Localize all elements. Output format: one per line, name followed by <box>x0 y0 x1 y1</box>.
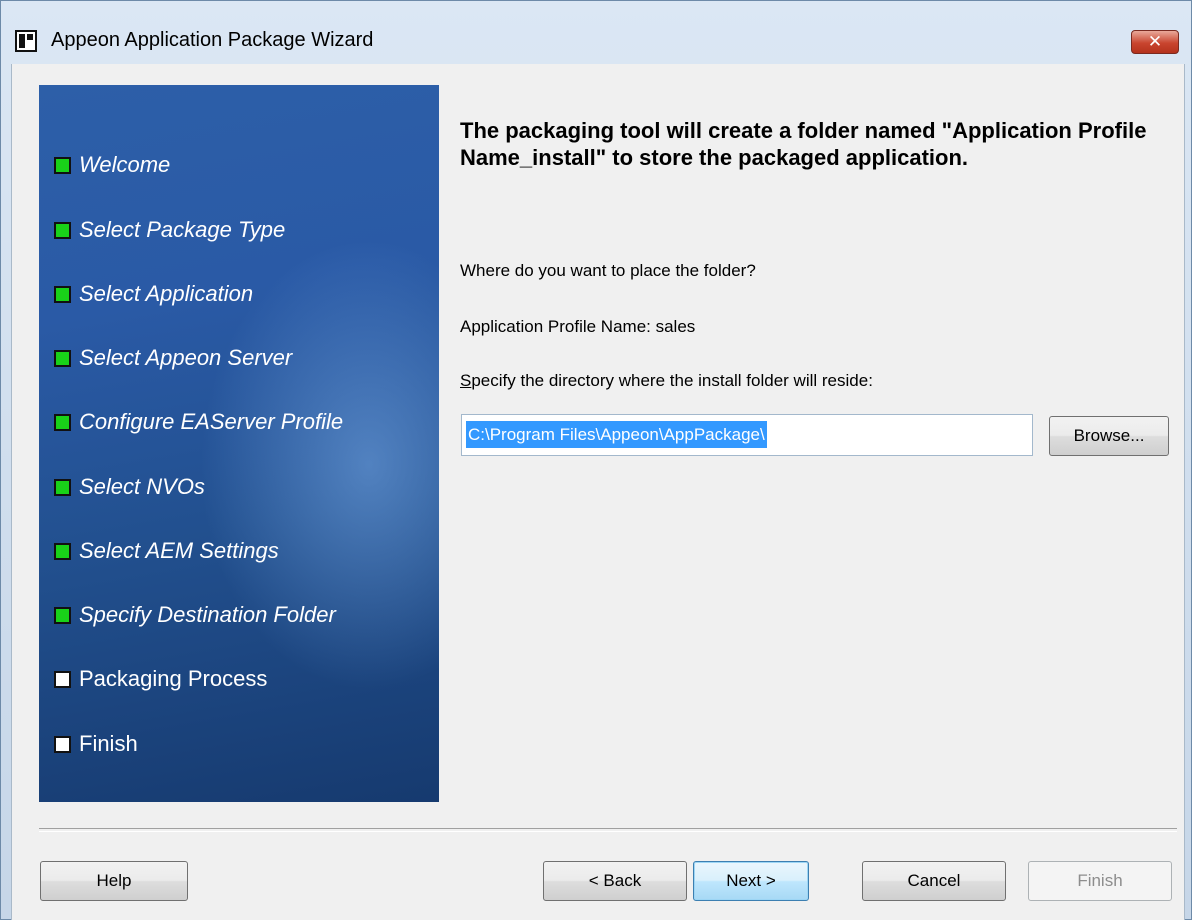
footer-separator <box>39 828 1177 832</box>
close-icon: ✕ <box>1147 32 1163 52</box>
step-label: Select Application <box>79 281 254 306</box>
step-status-icon <box>54 285 71 303</box>
step-packaging-process: Packaging Process <box>54 664 267 694</box>
step-label: Welcome <box>79 152 171 177</box>
step-status-icon <box>54 735 71 753</box>
finish-button-label: Finish <box>1077 871 1123 890</box>
step-status-icon <box>54 542 71 560</box>
step-status-icon <box>54 156 71 174</box>
back-button[interactable]: < Back <box>543 861 687 901</box>
cancel-button[interactable]: Cancel <box>862 861 1006 901</box>
profile-name-label: Application Profile Name: sales <box>460 317 696 336</box>
step-status-icon <box>54 413 71 431</box>
wizard-body: Welcome Select Package Type Select Appli… <box>11 64 1185 920</box>
step-select-application: Select Application <box>54 279 253 309</box>
next-button-label: Next > <box>726 871 776 890</box>
directory-input-value: C:\Program Files\Appeon\AppPackage\ <box>466 421 767 448</box>
back-button-label: < Back <box>588 871 642 890</box>
page-heading: The packaging tool will create a folder … <box>460 118 1147 170</box>
mnemonic-char: S <box>460 371 472 390</box>
step-status-icon <box>54 478 71 496</box>
step-status-icon <box>54 349 71 367</box>
browse-button[interactable]: Browse... <box>1049 416 1169 456</box>
directory-prompt-text: pecify the directory where the install f… <box>471 371 873 390</box>
next-button[interactable]: Next > <box>693 861 809 901</box>
step-configure-easerver-profile: Configure EAServer Profile <box>54 407 343 437</box>
directory-input[interactable]: C:\Program Files\Appeon\AppPackage\ <box>461 414 1033 456</box>
window-title: Appeon Application Package Wizard <box>51 29 374 51</box>
steps-sidebar: Welcome Select Package Type Select Appli… <box>39 85 439 802</box>
directory-prompt: Specify the directory where the install … <box>460 371 873 391</box>
step-label: Finish <box>79 731 138 756</box>
step-select-appeon-server: Select Appeon Server <box>54 343 292 373</box>
finish-button[interactable]: Finish <box>1028 861 1172 901</box>
help-button-label: Help <box>96 871 132 890</box>
step-status-icon <box>54 606 71 624</box>
step-select-aem-settings: Select AEM Settings <box>54 536 279 566</box>
help-button[interactable]: Help <box>40 861 188 901</box>
step-label: Select Package Type <box>79 217 286 242</box>
close-button[interactable]: ✕ <box>1131 30 1179 54</box>
app-icon <box>15 30 37 52</box>
title-bar: Appeon Application Package Wizard ✕ <box>1 1 1191 61</box>
step-finish: Finish <box>54 729 138 759</box>
step-label: Select Appeon Server <box>79 345 293 370</box>
step-label: Select NVOs <box>79 474 205 499</box>
step-label: Packaging Process <box>79 666 268 691</box>
wizard-window: Appeon Application Package Wizard ✕ Welc… <box>0 0 1192 920</box>
step-status-icon <box>54 221 71 239</box>
step-select-package-type: Select Package Type <box>54 215 285 245</box>
step-label: Select AEM Settings <box>79 538 279 563</box>
step-label: Specify Destination Folder <box>79 602 336 627</box>
step-status-icon <box>54 670 71 688</box>
step-welcome: Welcome <box>54 150 170 180</box>
step-specify-destination-folder: Specify Destination Folder <box>54 600 336 630</box>
step-label: Configure EAServer Profile <box>79 409 344 434</box>
cancel-button-label: Cancel <box>907 871 961 890</box>
folder-question: Where do you want to place the folder? <box>460 261 756 280</box>
step-select-nvos: Select NVOs <box>54 472 205 502</box>
browse-button-label: Browse... <box>1073 426 1145 445</box>
